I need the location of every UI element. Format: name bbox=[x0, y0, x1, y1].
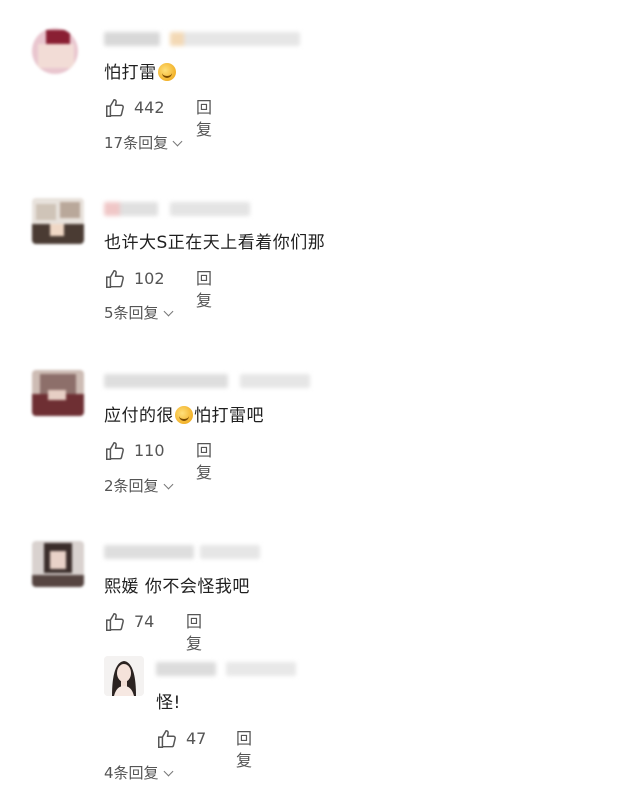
thumbs-up-icon[interactable] bbox=[104, 97, 126, 119]
sub-reply-avatar[interactable] bbox=[104, 656, 144, 696]
comment-text: 应付的很 怕打雷吧 bbox=[104, 406, 264, 426]
avatar[interactable] bbox=[32, 370, 84, 416]
chevron-down-icon bbox=[163, 766, 173, 777]
view-replies-link[interactable]: 5条回复 bbox=[104, 303, 173, 323]
crying-laughing-emoji-icon bbox=[175, 406, 193, 424]
chevron-down-icon bbox=[163, 306, 173, 317]
user-badge-blurred bbox=[170, 202, 250, 216]
thumbs-up-icon[interactable] bbox=[156, 728, 178, 750]
reply-button[interactable]: 回复 bbox=[196, 440, 212, 484]
thumbs-up-icon[interactable] bbox=[104, 268, 126, 290]
chevron-down-icon bbox=[163, 479, 173, 490]
like-count: 102 bbox=[134, 269, 165, 288]
portrait-avatar-image bbox=[104, 656, 144, 696]
like-count: 442 bbox=[134, 98, 165, 117]
comment-text: 怕打雷 bbox=[104, 61, 177, 85]
thumbs-up-icon[interactable] bbox=[104, 611, 126, 633]
reply-button[interactable]: 回复 bbox=[196, 97, 212, 141]
username-blurred[interactable] bbox=[104, 545, 194, 559]
avatar[interactable] bbox=[32, 198, 84, 244]
crying-laughing-emoji-icon bbox=[157, 63, 176, 81]
username-blurred[interactable] bbox=[104, 202, 158, 216]
sub-reply-badge-blurred bbox=[226, 662, 296, 676]
reply-button[interactable]: 回复 bbox=[196, 268, 212, 312]
like-count: 110 bbox=[134, 441, 165, 460]
chevron-down-icon bbox=[172, 136, 183, 147]
user-badge-blurred bbox=[200, 545, 260, 559]
username-blurred[interactable] bbox=[104, 32, 160, 46]
avatar[interactable] bbox=[32, 28, 78, 74]
view-replies-link[interactable]: 17条回复 bbox=[104, 133, 183, 153]
like-count: 74 bbox=[134, 612, 155, 631]
reply-button[interactable]: 回复 bbox=[236, 728, 252, 772]
sub-reply-username-blurred[interactable] bbox=[156, 662, 216, 676]
user-badge-blurred bbox=[170, 32, 300, 46]
username-blurred[interactable] bbox=[104, 374, 228, 388]
view-replies-link[interactable]: 4条回复 bbox=[104, 763, 173, 783]
like-count: 47 bbox=[186, 729, 207, 748]
view-replies-link[interactable]: 2条回复 bbox=[104, 476, 173, 496]
thumbs-up-icon[interactable] bbox=[104, 440, 126, 462]
avatar[interactable] bbox=[32, 541, 84, 587]
reply-button[interactable]: 回复 bbox=[186, 611, 202, 655]
user-badge-blurred bbox=[240, 374, 310, 388]
comment-text: 熙媛 你不会怪我吧 bbox=[104, 577, 250, 597]
sub-reply-text: 怪! bbox=[156, 693, 181, 713]
comment-text: 也许大S正在天上看着你们那 bbox=[104, 233, 326, 253]
